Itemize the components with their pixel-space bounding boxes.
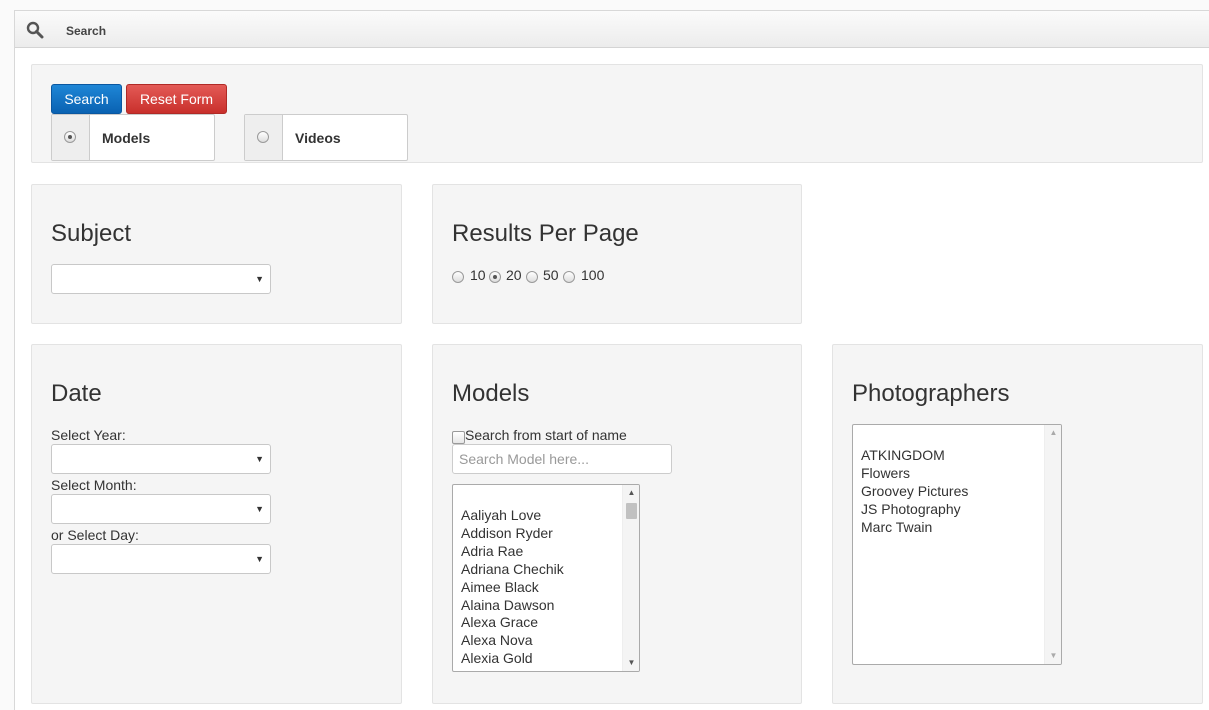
videos-radio-label: Videos [295, 130, 341, 146]
list-item[interactable]: Alexia Gold [461, 650, 564, 668]
list-item[interactable]: Alexa Nova [461, 632, 564, 650]
models-radio[interactable] [64, 131, 76, 143]
list-item[interactable]: Aimee Black [461, 579, 564, 597]
date-heading: Date [51, 380, 102, 407]
rpp-10-label: 10 [470, 267, 486, 283]
chevron-down-icon: ▼ [255, 274, 264, 284]
photographers-list[interactable]: ATKINGDOM Flowers Groovey Pictures JS Photo… [852, 424, 1062, 665]
list-item[interactable]: Alaina Dawson [461, 597, 564, 615]
list-item[interactable]: Addison Ryder [461, 525, 564, 543]
radio-box [245, 115, 283, 160]
title-bar: Search [15, 11, 1209, 48]
date-panel: Date Select Year: ▼ Select Month: ▼ or S… [31, 344, 402, 704]
model-search-input[interactable] [452, 444, 672, 474]
models-list-items: Aaliyah Love Addison Ryder Adria Rae Adrian… [461, 507, 564, 668]
search-window: Search Search Reset Form Models Videos S… [14, 10, 1209, 710]
rpp-100-radio[interactable] [563, 271, 575, 283]
rpp-10-radio[interactable] [452, 271, 464, 283]
rpp-50-label: 50 [543, 267, 559, 283]
search-icon [26, 21, 44, 39]
search-type-panel: Search Reset Form Models Videos [31, 64, 1203, 163]
search-type-models[interactable]: Models [51, 114, 215, 161]
subject-heading: Subject [51, 220, 132, 247]
scroll-thumb[interactable] [626, 503, 637, 519]
videos-radio[interactable] [257, 131, 269, 143]
year-select[interactable]: ▼ [51, 444, 271, 474]
results-per-page-heading: Results Per Page [452, 220, 639, 247]
scroll-up-icon[interactable]: ▲ [623, 485, 639, 501]
list-item[interactable]: Adria Rae [461, 543, 564, 561]
photographers-panel: Photographers ATKINGDOM Flowers Groovey Pi… [832, 344, 1203, 704]
month-select[interactable]: ▼ [51, 494, 271, 524]
scroll-down-icon[interactable]: ▼ [1045, 648, 1061, 664]
list-item[interactable]: Alexa Grace [461, 614, 564, 632]
list-item[interactable]: Aaliyah Love [461, 507, 564, 525]
search-button[interactable]: Search [51, 84, 122, 114]
chevron-down-icon: ▼ [255, 504, 264, 514]
photographers-list-items: ATKINGDOM Flowers Groovey Pictures JS Photo… [861, 447, 968, 537]
start-of-name-label: Search from start of name [465, 427, 627, 443]
rpp-100-label: 100 [581, 267, 605, 283]
models-list[interactable]: Aaliyah Love Addison Ryder Adria Rae Adrian… [452, 484, 640, 672]
list-item[interactable]: Flowers [861, 465, 968, 483]
start-of-name-checkbox[interactable] [452, 431, 465, 444]
rpp-50-radio[interactable] [526, 271, 538, 283]
list-item[interactable]: Marc Twain [861, 519, 968, 537]
chevron-down-icon: ▼ [255, 454, 264, 464]
rpp-20-label: 20 [506, 267, 522, 283]
select-day-label: or Select Day: [51, 527, 139, 543]
chevron-down-icon: ▼ [255, 554, 264, 564]
reset-form-button[interactable]: Reset Form [126, 84, 227, 114]
rpp-20-radio[interactable] [489, 271, 501, 283]
radio-box [52, 115, 90, 160]
list-item[interactable]: Adriana Chechik [461, 561, 564, 579]
list-item[interactable]: ATKINGDOM [861, 447, 968, 465]
models-list-scrollbar[interactable]: ▲ ▼ [622, 485, 639, 671]
models-panel: Models Search from start of name Aaliyah… [432, 344, 802, 704]
models-heading: Models [452, 380, 530, 407]
photographers-heading: Photographers [852, 380, 1010, 407]
subject-panel: Subject ▼ [31, 184, 402, 324]
list-item[interactable]: Groovey Pictures [861, 483, 968, 501]
day-select[interactable]: ▼ [51, 544, 271, 574]
photographers-list-scrollbar[interactable]: ▲ ▼ [1044, 425, 1061, 664]
search-type-videos[interactable]: Videos [244, 114, 408, 161]
results-per-page-panel: Results Per Page 10 20 50 100 [432, 184, 802, 324]
scroll-up-icon[interactable]: ▲ [1045, 425, 1061, 441]
list-item[interactable]: JS Photography [861, 501, 968, 519]
subject-select[interactable]: ▼ [51, 264, 271, 294]
select-year-label: Select Year: [51, 427, 126, 443]
window-title: Search [66, 24, 107, 38]
select-month-label: Select Month: [51, 477, 137, 493]
scroll-down-icon[interactable]: ▼ [623, 655, 639, 671]
models-radio-label: Models [102, 130, 151, 146]
